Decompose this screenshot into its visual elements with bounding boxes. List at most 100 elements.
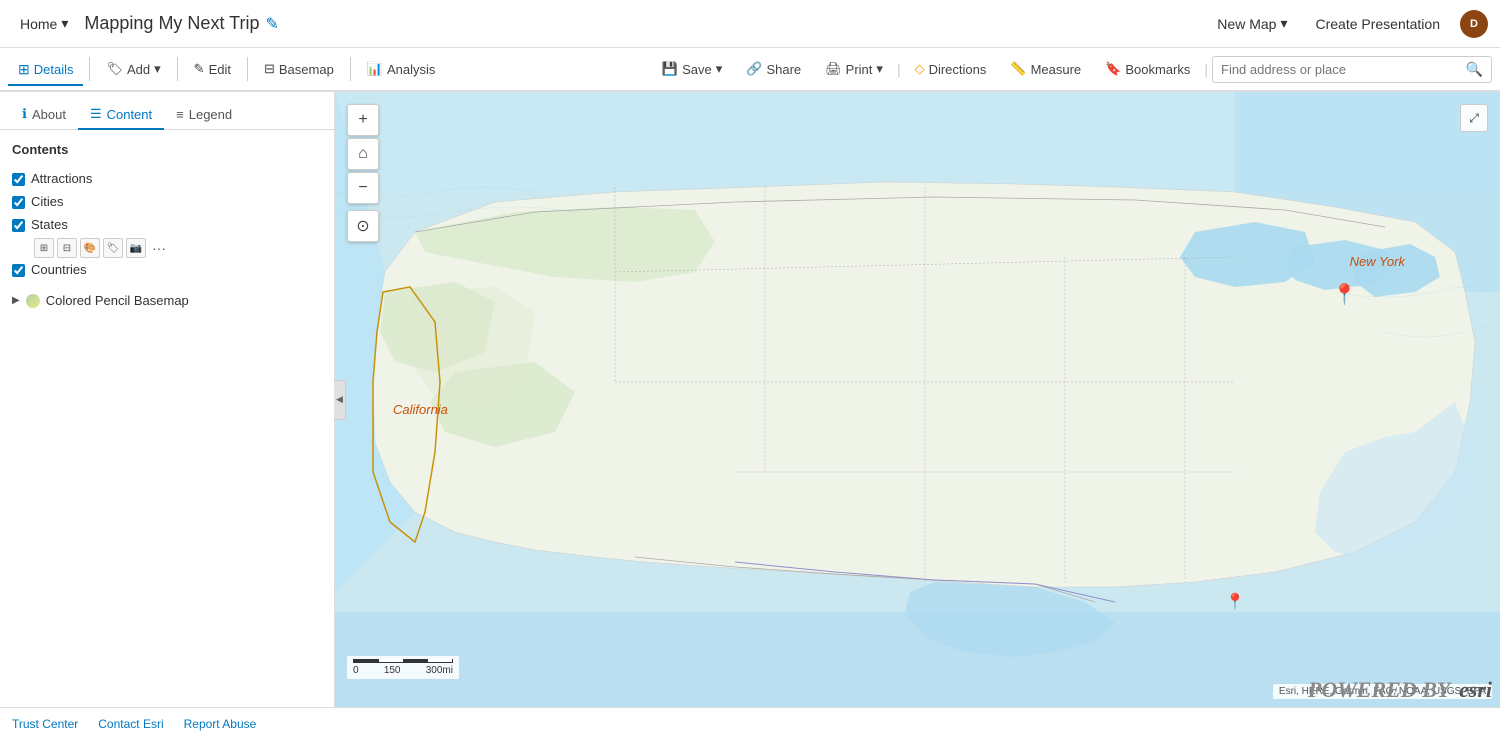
measure-icon: 📏 [1010,61,1026,77]
user-avatar[interactable]: D [1460,10,1488,38]
new-map-dropdown-icon: ▾ [1280,15,1287,32]
toolbar: ⊞ Details 🏷 Add ▾ ✎ Edit ⊟ Basemap 📊 Ana… [0,48,1500,92]
basemap-dot [26,294,40,308]
sidebar: ℹ About ☰ Content ≡ Legend Contents Attr… [0,92,335,707]
separator-3 [247,57,248,81]
expand-map-button[interactable]: ⤢ [1460,104,1488,132]
scale-labels: 0 150 300mi [353,665,453,676]
analysis-button[interactable]: 📊 Analysis [357,55,446,83]
home-extent-button[interactable]: ⌂ [347,138,379,170]
print-icon: 🖨 [825,61,842,77]
create-presentation-button[interactable]: Create Presentation [1307,12,1448,36]
layer-checkbox-countries[interactable] [12,264,25,277]
contact-esri-link[interactable]: Contact Esri [98,717,163,731]
home-dropdown-icon: ▾ [61,15,68,32]
esri-brand: esri [1459,677,1492,702]
add-icon: 🏷 [106,61,123,77]
edit-title-icon[interactable]: ✎ [265,14,278,34]
details-button[interactable]: ⊞ Details [8,55,83,86]
add-dropdown-icon: ▾ [154,61,161,77]
states-layer-icons: ⊞ ⊟ 🎨 🏷 📷 ··· [34,238,322,258]
sidebar-tabs: ℹ About ☰ Content ≡ Legend [0,92,334,130]
layer-item-countries: Countries [12,258,322,281]
layer-checkbox-states[interactable] [12,219,25,232]
search-box[interactable]: 🔍 [1212,56,1492,83]
scale-bar-line [353,659,453,663]
states-icon-1[interactable]: ⊞ [34,238,54,258]
report-abuse-link[interactable]: Report Abuse [184,717,257,731]
basemap-name[interactable]: Colored Pencil Basemap [46,293,189,308]
map-title-text: Mapping My Next Trip [84,13,259,34]
basemap-icon: ⊟ [264,61,275,77]
layer-name-cities[interactable]: Cities [31,194,64,209]
home-button[interactable]: Home ▾ [12,11,76,36]
bookmarks-button[interactable]: 🔖 Bookmarks [1095,55,1200,83]
zoom-in-button[interactable]: + [347,104,379,136]
layer-item-attractions: Attractions [12,167,322,190]
directions-icon: ◇ [915,61,925,77]
layer-item-states: States [12,213,322,236]
map-svg [335,92,1500,707]
separator-1 [89,57,90,81]
layer-item-cities: Cities [12,190,322,213]
new-map-button[interactable]: New Map ▾ [1209,11,1295,36]
new-map-label: New Map [1217,16,1276,32]
basemap-collapse-arrow[interactable]: ▶ [12,295,20,306]
tab-about[interactable]: ℹ About [10,100,78,130]
legend-icon: ≡ [176,107,184,122]
states-icon-4[interactable]: 🏷 [103,238,123,258]
basemap-section: ▶ Colored Pencil Basemap [12,289,322,312]
separator-4 [350,57,351,81]
tab-legend[interactable]: ≡ Legend [164,101,244,130]
map-title-area: Mapping My Next Trip ✎ [84,13,278,34]
map-controls: + ⌂ − ⊙ [347,104,379,242]
share-icon: 🔗 [746,61,762,77]
search-input[interactable] [1221,62,1462,77]
states-more-icon[interactable]: ··· [149,238,169,258]
share-button[interactable]: 🔗 Share [736,55,811,83]
add-button[interactable]: 🏷 Add ▾ [96,55,170,83]
print-dropdown-icon: ▾ [876,61,883,77]
save-button[interactable]: 💾 Save ▾ [652,55,732,83]
toolbar-right: 💾 Save ▾ 🔗 Share 🖨 Print ▾ | ◇ Direction… [652,55,1492,83]
home-label: Home [20,16,57,32]
save-dropdown-icon: ▾ [716,61,723,77]
layer-checkbox-attractions[interactable] [12,173,25,186]
edit-icon: ✎ [194,61,205,77]
bookmarks-icon: 🔖 [1105,61,1121,77]
save-icon: 💾 [662,61,678,77]
measure-button[interactable]: 📏 Measure [1000,55,1091,83]
sidebar-content: Contents Attractions Cities States ⊞ ⊟ 🎨… [0,130,334,707]
layer-name-countries[interactable]: Countries [31,262,87,277]
trust-center-link[interactable]: Trust Center [12,717,78,731]
states-icon-5[interactable]: 📷 [126,238,146,258]
states-icon-3[interactable]: 🎨 [80,238,100,258]
separator-2 [177,57,178,81]
sidebar-collapse-handle[interactable]: ◀ [334,380,346,420]
scale-bar: 0 150 300mi [347,656,459,679]
print-button[interactable]: 🖨 Print ▾ [815,55,893,83]
states-icon-2[interactable]: ⊟ [57,238,77,258]
directions-button[interactable]: ◇ Directions [905,55,997,83]
main-area: ℹ About ☰ Content ≡ Legend Contents Attr… [0,92,1500,707]
layer-checkbox-cities[interactable] [12,196,25,209]
contents-title: Contents [12,142,322,157]
zoom-out-button[interactable]: − [347,172,379,204]
esri-logo: POWERED BY esri [1308,677,1492,703]
details-icon: ⊞ [18,61,30,78]
top-right-actions: New Map ▾ Create Presentation D [1209,10,1488,38]
content-icon: ☰ [90,106,102,122]
locate-button[interactable]: ⊙ [347,210,379,242]
edit-button[interactable]: ✎ Edit [184,55,241,83]
layer-name-attractions[interactable]: Attractions [31,171,92,186]
analysis-icon: 📊 [367,61,383,77]
map-area[interactable]: California New York 📍 📍 + ⌂ − ⊙ ⤢ 0 [335,92,1500,707]
search-icon: 🔍 [1466,61,1483,78]
layer-name-states[interactable]: States [31,217,68,232]
top-bar: Home ▾ Mapping My Next Trip ✎ New Map ▾ … [0,0,1500,48]
tab-content[interactable]: ☰ Content [78,100,164,130]
basemap-button[interactable]: ⊟ Basemap [254,55,344,83]
basemap-item: ▶ Colored Pencil Basemap [12,289,322,312]
footer: Trust Center Contact Esri Report Abuse [0,707,1500,739]
about-icon: ℹ [22,106,27,122]
